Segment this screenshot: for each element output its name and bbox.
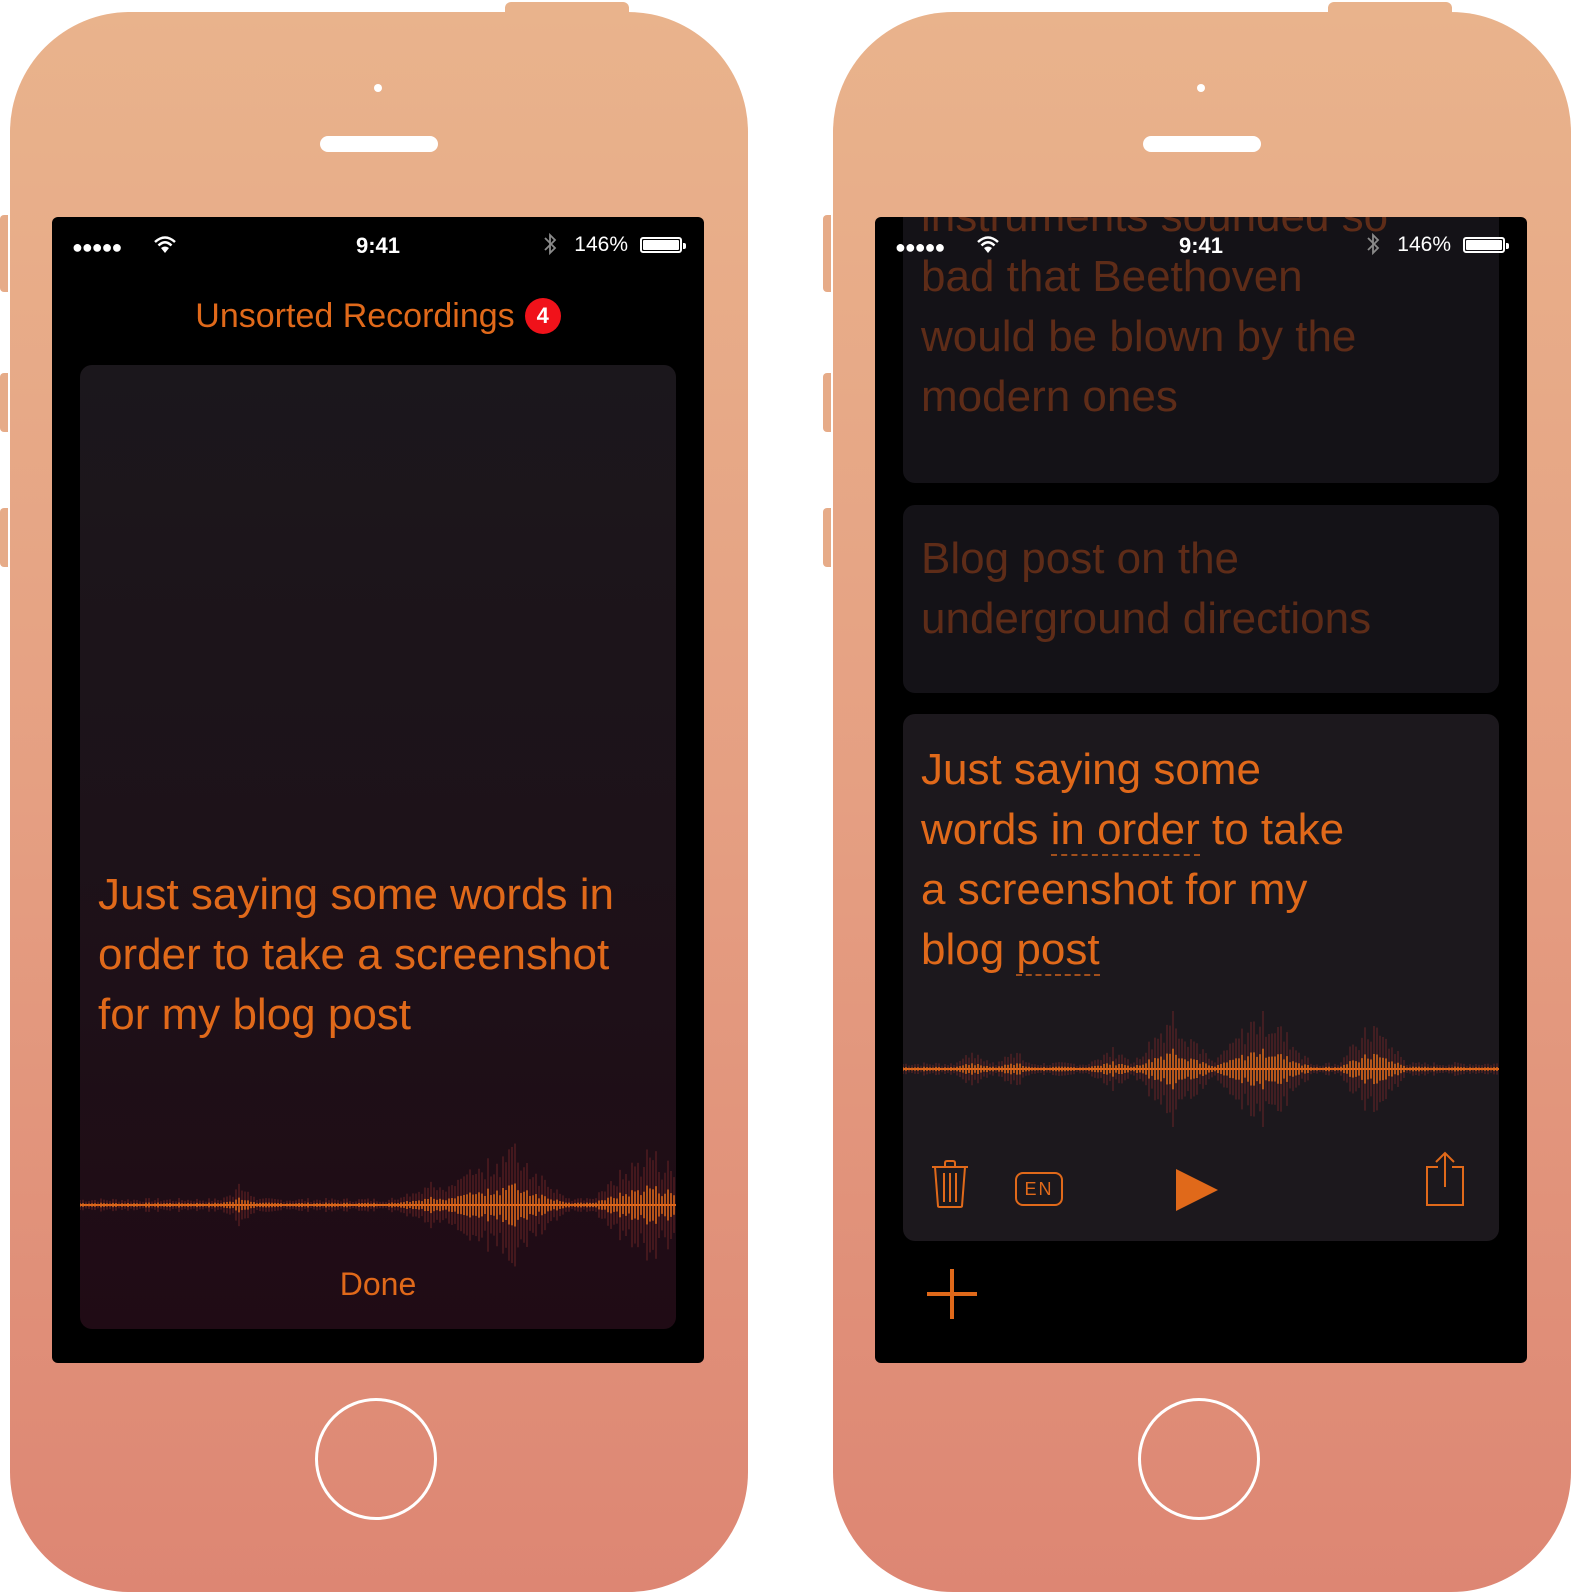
text-line: blog post <box>921 920 1481 980</box>
text-segment: blog <box>921 925 1017 974</box>
home-button <box>315 1398 437 1520</box>
power-button <box>1328 2 1452 14</box>
recording-toolbar: EN <box>903 1131 1499 1241</box>
text-line: would be blown by the <box>921 312 1357 361</box>
text-segment: words <box>921 805 1051 854</box>
front-camera <box>374 84 382 92</box>
title-label: Unsorted Recordings <box>195 297 515 335</box>
mute-switch <box>0 215 8 292</box>
text-line: modern ones <box>921 372 1178 421</box>
share-icon[interactable] <box>1425 1151 1465 1212</box>
uncertain-word[interactable]: post <box>1016 925 1100 976</box>
recording-card[interactable]: Blog post on the underground directions <box>903 505 1499 693</box>
text-line: words in order to take <box>921 800 1481 860</box>
recording-text: Just saying some words in order to take … <box>921 740 1481 980</box>
trash-icon[interactable] <box>929 1159 971 1214</box>
waveform-right[interactable] <box>903 1009 1499 1129</box>
phone-right: instruments sounded so bad that Beethove… <box>823 2 1571 1592</box>
screen-right: instruments sounded so bad that Beethove… <box>875 217 1527 1363</box>
recording-card-expanded: Just saying some words in order to take … <box>80 365 676 1329</box>
bluetooth-icon <box>1365 231 1381 263</box>
language-button[interactable]: EN <box>1015 1172 1063 1206</box>
volume-up-button <box>823 373 831 432</box>
volume-down-button <box>823 508 831 567</box>
battery-icon <box>1463 237 1509 253</box>
volume-up-button <box>0 373 8 432</box>
text-line: Just saying some <box>921 745 1261 794</box>
battery-icon <box>640 237 686 253</box>
recording-card-active[interactable]: Just saying some words in order to take … <box>903 714 1499 1241</box>
text-line: underground directions <box>921 594 1372 643</box>
home-button <box>1138 1398 1260 1520</box>
text-segment: to take <box>1199 805 1345 854</box>
play-icon[interactable] <box>1175 1169 1219 1216</box>
uncertain-word[interactable]: in order <box>1050 805 1200 856</box>
recording-text: Blog post on the underground directions <box>921 529 1481 649</box>
done-button[interactable]: Done <box>80 1266 676 1303</box>
mute-switch <box>823 215 831 292</box>
phone-left: ●●●●● 9:41 146% Unsorted Recordings 4 Jus… <box>0 2 748 1592</box>
volume-down-button <box>0 508 8 567</box>
battery-percent: 146% <box>1397 233 1451 256</box>
transcript-text: Just saying some words in order to take … <box>98 870 614 1039</box>
plus-icon[interactable] <box>927 1269 977 1319</box>
status-bar: ●●●●● 9:41 146% <box>52 217 704 273</box>
text-line: Blog post on the <box>921 534 1240 583</box>
text-line: a screenshot for my <box>921 865 1308 914</box>
bluetooth-icon <box>542 231 558 263</box>
power-button <box>505 2 629 14</box>
page-title[interactable]: Unsorted Recordings 4 <box>52 297 704 336</box>
waveform-left <box>80 1143 676 1267</box>
screen-left: ●●●●● 9:41 146% Unsorted Recordings 4 Jus… <box>52 217 704 1363</box>
unsorted-count-badge: 4 <box>524 298 561 334</box>
status-bar: ●●●●● 9:41 146% <box>875 217 1527 273</box>
earpiece-speaker <box>320 136 438 152</box>
battery-percent: 146% <box>574 233 628 256</box>
front-camera <box>1197 84 1205 92</box>
earpiece-speaker <box>1143 136 1261 152</box>
